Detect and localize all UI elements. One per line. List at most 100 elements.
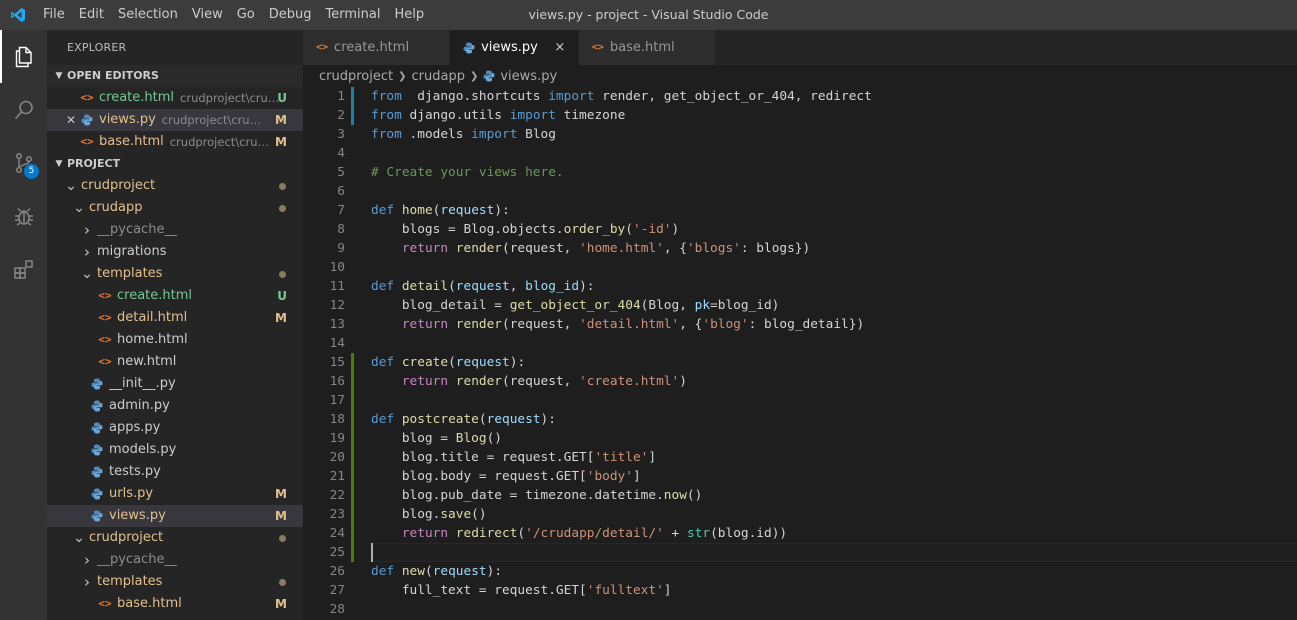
tree-folder[interactable]: ⌄ crudapp — [47, 197, 303, 219]
code-line[interactable]: 27 full_text = request.GET['fulltext'] — [303, 581, 1297, 600]
tab-create-html[interactable]: <> create.html — [303, 30, 451, 65]
tree-item-label: base.html — [117, 596, 182, 611]
code-line[interactable]: 10 — [303, 258, 1297, 277]
debug-icon[interactable] — [0, 189, 47, 242]
tab-views-py[interactable]: views.py × — [450, 30, 579, 65]
open-editor-item[interactable]: <> create.html crudproject\crud... U — [47, 87, 303, 109]
tree-folder[interactable]: › templates — [47, 571, 303, 593]
python-file-icon — [463, 42, 475, 54]
tree-file[interactable]: urls.py M — [47, 483, 303, 505]
menu-help[interactable]: Help — [387, 0, 431, 30]
tree-file[interactable]: <> detail.html M — [47, 307, 303, 329]
code-line[interactable]: 8 blogs = Blog.objects.order_by('-id') — [303, 220, 1297, 239]
code-line[interactable]: 28 — [303, 600, 1297, 619]
menu-view[interactable]: View — [185, 0, 230, 30]
html-file-icon: <> — [80, 91, 94, 104]
code-token: ( — [448, 355, 456, 370]
tree-file[interactable]: <> base.html M — [47, 593, 303, 615]
tree-file[interactable]: <> home.html — [47, 329, 303, 351]
code-line[interactable]: 12 blog_detail = get_object_or_404(Blog,… — [303, 296, 1297, 315]
title-bar: File Edit Selection View Go Debug Terminal Help… — [0, 0, 1297, 30]
code-line[interactable]: 21 blog.body = request.GET['body'] — [303, 467, 1297, 486]
open-editor-item[interactable]: <> base.html crudproject\crudp... M — [47, 131, 303, 153]
breadcrumb-item[interactable]: crudapp — [412, 69, 465, 84]
code-line[interactable]: 15 def create(request): — [303, 353, 1297, 372]
project-header[interactable]: ▼ PROJECT — [47, 153, 303, 175]
python-file-icon — [89, 422, 105, 434]
breadcrumb-item[interactable]: crudproject — [319, 69, 393, 84]
git-status-badge: U — [277, 91, 287, 105]
code-line[interactable]: 5 # Create your views here. — [303, 163, 1297, 182]
code-editor[interactable]: 1 from django.shortcuts import render, ge… — [303, 87, 1297, 620]
tab-base-html[interactable]: <> base.html — [578, 30, 716, 65]
code-line[interactable]: 9 return render(request, 'home.html', {'… — [303, 239, 1297, 258]
tree-file[interactable]: <> create.html U — [47, 285, 303, 307]
tree-folder[interactable]: › migrations — [47, 241, 303, 263]
close-icon[interactable]: × — [554, 40, 566, 55]
code-line[interactable]: 7 def home(request): — [303, 201, 1297, 220]
code-line[interactable]: 18 def postcreate(request): — [303, 410, 1297, 429]
code-line[interactable]: 23 blog.save() — [303, 505, 1297, 524]
breadcrumb-item[interactable]: views.py — [500, 69, 557, 84]
code-line[interactable]: 26 def new(request): — [303, 562, 1297, 581]
tree-folder[interactable]: ⌄ crudproject — [47, 175, 303, 197]
code-line[interactable]: 20 blog.title = request.GET['title'] — [303, 448, 1297, 467]
tree-file[interactable]: apps.py — [47, 417, 303, 439]
menu-terminal[interactable]: Terminal — [319, 0, 388, 30]
code-line[interactable]: 24 return redirect('/crudapp/detail/' + … — [303, 524, 1297, 543]
tree-folder[interactable]: ⌄ crudproject — [47, 527, 303, 549]
open-editor-item[interactable]: ✕ views.py crudproject\crudapp M — [47, 109, 303, 131]
code-line[interactable]: 3 from .models import Blog — [303, 125, 1297, 144]
code-token: home — [401, 203, 433, 218]
tree-file[interactable]: views.py M — [47, 505, 303, 527]
tree-file[interactable]: __init__.py — [47, 373, 303, 395]
menu-go[interactable]: Go — [230, 0, 262, 30]
menu-debug[interactable]: Debug — [262, 0, 319, 30]
open-editors-header[interactable]: ▼ OPEN EDITORS — [47, 65, 303, 87]
tree-file[interactable]: admin.py — [47, 395, 303, 417]
extensions-icon[interactable] — [0, 242, 47, 295]
code-token: 'detail.html' — [579, 317, 680, 332]
menu-edit[interactable]: Edit — [72, 0, 111, 30]
code-token: : blogs}) — [740, 241, 811, 256]
line-number: 13 — [329, 317, 345, 332]
close-icon[interactable]: ✕ — [63, 109, 79, 131]
code-token: # Create your views here. — [371, 165, 564, 180]
code-token: from — [371, 89, 402, 104]
tree-folder[interactable]: ⌄ templates — [47, 263, 303, 285]
code-line[interactable]: 19 blog = Blog() — [303, 429, 1297, 448]
code-line[interactable]: 25 — [303, 543, 1297, 562]
code-line[interactable]: 22 blog.pub_date = timezone.datetime.now… — [303, 486, 1297, 505]
tree-file[interactable]: models.py — [47, 439, 303, 461]
search-icon[interactable] — [0, 83, 47, 136]
menu-file[interactable]: File — [36, 0, 72, 30]
open-editor-path: crudproject\crudapp — [161, 113, 267, 127]
code-line[interactable]: 17 — [303, 391, 1297, 410]
tree-file[interactable]: <> new.html — [47, 351, 303, 373]
python-file-icon — [89, 400, 105, 412]
tree-file[interactable]: tests.py — [47, 461, 303, 483]
tree-folder[interactable]: › __pycache__ — [47, 219, 303, 241]
line-number: 1 — [337, 89, 345, 104]
python-file-icon — [89, 488, 105, 500]
files-icon[interactable] — [0, 30, 47, 83]
editor-tabs: <> create.html views.py × <> base.html — [303, 30, 1297, 65]
tree-folder[interactable]: › __pycache__ — [47, 549, 303, 571]
added-line-marker — [351, 391, 354, 410]
code-line[interactable]: 16 return render(request, 'create.html') — [303, 372, 1297, 391]
code-line[interactable]: 13 return render(request, 'detail.html',… — [303, 315, 1297, 334]
modified-line-marker — [351, 87, 354, 106]
code-line[interactable]: 4 — [303, 144, 1297, 163]
code-line[interactable]: 1 from django.shortcuts import render, ge… — [303, 87, 1297, 106]
code-token: 'create.html' — [579, 374, 680, 389]
code-line[interactable]: 14 — [303, 334, 1297, 353]
code-line[interactable]: 2 from django.utils import timezone — [303, 106, 1297, 125]
menu-selection[interactable]: Selection — [111, 0, 185, 30]
code-line[interactable]: 11 def detail(request, blog_id): — [303, 277, 1297, 296]
code-token: return — [401, 526, 449, 541]
tree-item-label: migrations — [97, 244, 167, 259]
source-control-icon[interactable]: 5 — [0, 136, 47, 189]
line-number: 24 — [329, 526, 345, 541]
code-line[interactable]: 6 — [303, 182, 1297, 201]
